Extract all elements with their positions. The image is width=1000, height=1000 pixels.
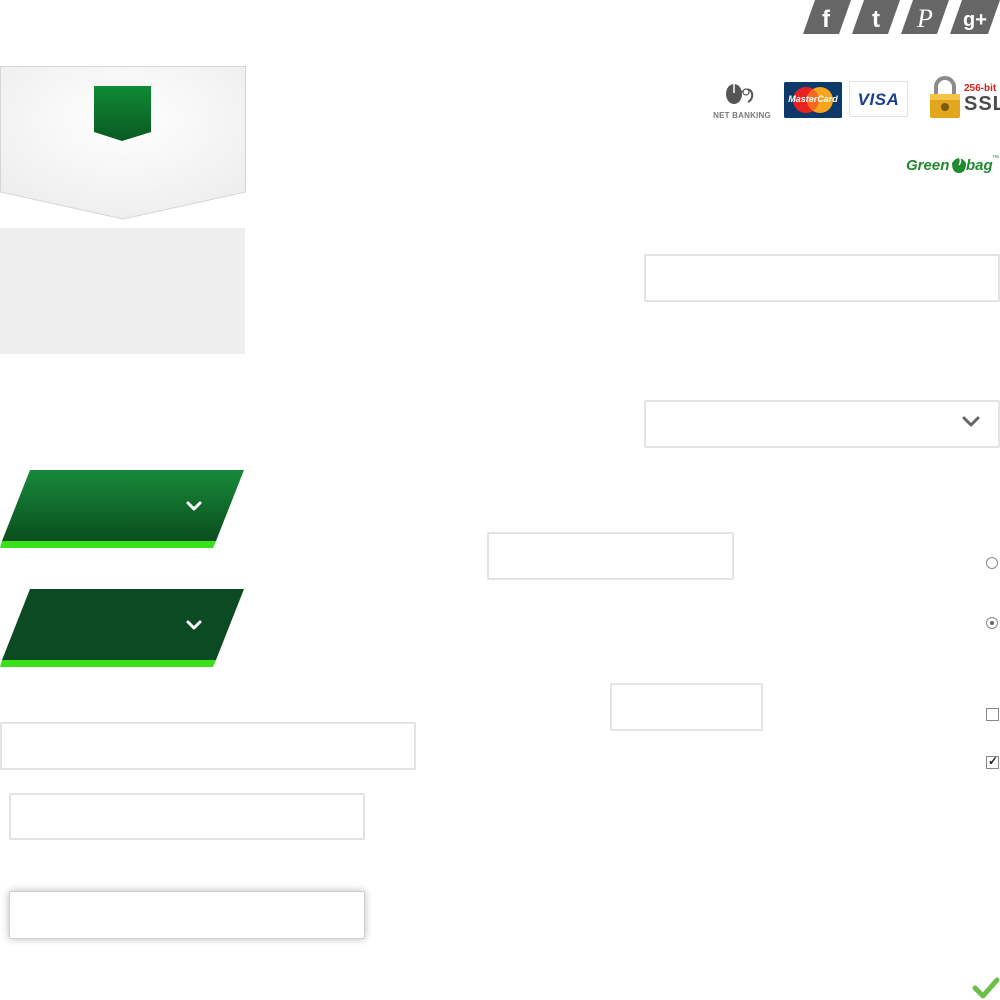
pinterest-button[interactable]: P [901,0,949,34]
svg-text:f: f [822,6,831,33]
green-dropdown-1[interactable] [0,470,246,548]
facebook-button[interactable]: f [803,0,851,34]
text-input-3[interactable] [610,683,763,731]
green-check-icon [972,977,1000,999]
facebook-icon: f [803,0,851,34]
pinterest-icon: P [901,0,949,34]
text-input-1[interactable] [644,254,1000,302]
ssl-badge: 256-bit SSL [928,76,1000,120]
google-plus-icon: g+ [950,0,1000,34]
svg-text:t: t [872,6,880,33]
select-dropdown[interactable] [644,400,1000,448]
visa-logo: VISA [849,81,908,117]
svg-text:g+: g+ [963,9,987,31]
checkbox-2[interactable]: ✓ [986,754,999,769]
brand-trademark: ™ [992,155,999,162]
greenbag-logo: Green bag ™ [906,155,1000,177]
mastercard-label: MasterCard [788,94,838,104]
checkbox-check-mark: ✓ [988,754,999,768]
google-plus-button[interactable]: g+ [950,0,1000,34]
checkbox-1[interactable] [986,708,999,721]
green-dropdown-2[interactable] [0,589,246,667]
text-input-a[interactable] [9,793,365,840]
green-dropdown-2-shape [0,589,244,667]
svg-text:P: P [916,4,933,33]
text-input-2[interactable] [487,532,734,580]
net-banking-logo: NET BANKING [708,80,776,124]
wide-text-input[interactable] [0,722,416,770]
net-banking-mouse-icon [726,84,754,104]
twitter-icon: t [852,0,900,34]
brand-name-part2: bag [966,157,993,174]
chevron-down-icon [186,620,202,630]
padlock-icon [930,76,960,118]
radio-option-1[interactable] [986,557,998,569]
text-input-focused[interactable] [9,891,365,939]
ssl-label: SSL [964,93,1000,115]
net-banking-label: NET BANKING [713,111,771,120]
green-dropdown-1-shape [0,470,244,548]
chevron-down-icon [186,501,202,511]
mastercard-logo: MasterCard [784,82,842,118]
chevron-down-icon [962,416,980,427]
category-badge[interactable] [94,86,151,141]
visa-label: VISA [857,90,900,109]
category-panel [0,66,246,220]
twitter-button[interactable]: t [852,0,900,34]
radio-option-2[interactable] [986,617,998,629]
side-content-box [0,228,245,354]
brand-name-part1: Green [906,157,950,174]
